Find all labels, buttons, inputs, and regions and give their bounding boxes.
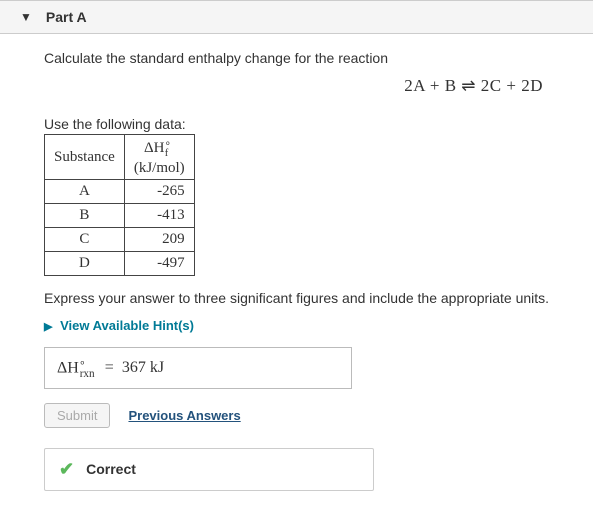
submit-row: Submit Previous Answers	[44, 403, 593, 428]
submit-button[interactable]: Submit	[44, 403, 110, 428]
col-substance: Substance	[45, 135, 125, 180]
feedback-status: Correct	[86, 461, 136, 477]
table-header-row: Substance ΔH∘f (kJ/mol)	[45, 135, 195, 180]
data-table: Substance ΔH∘f (kJ/mol) A -265 B -413 C …	[44, 134, 195, 276]
table-row: C 209	[45, 228, 195, 252]
previous-answers-link[interactable]: Previous Answers	[128, 408, 240, 423]
chevron-right-icon: ▶	[44, 321, 52, 333]
answer-instruction: Express your answer to three significant…	[44, 290, 593, 306]
hints-label: View Available Hint(s)	[60, 318, 194, 333]
feedback-box: ✔ Correct	[44, 448, 374, 491]
table-row: D -497	[45, 252, 195, 276]
table-row: B -413	[45, 204, 195, 228]
check-icon: ✔	[59, 459, 74, 480]
question-prompt: Calculate the standard enthalpy change f…	[44, 50, 593, 66]
col-enthalpy: ΔH∘f (kJ/mol)	[124, 135, 194, 180]
part-header[interactable]: ▼ Part A	[0, 0, 593, 34]
data-intro: Use the following data:	[44, 116, 593, 132]
table-row: A -265	[45, 180, 195, 204]
part-content: Calculate the standard enthalpy change f…	[0, 34, 593, 507]
answer-display: ΔH∘rxn = 367 kJ	[44, 347, 352, 389]
reaction-equation: 2A + B ⇌ 2C + 2D	[44, 76, 593, 96]
collapse-icon: ▼	[20, 10, 32, 24]
part-title: Part A	[46, 9, 87, 25]
view-hints-toggle[interactable]: ▶ View Available Hint(s)	[44, 318, 593, 333]
